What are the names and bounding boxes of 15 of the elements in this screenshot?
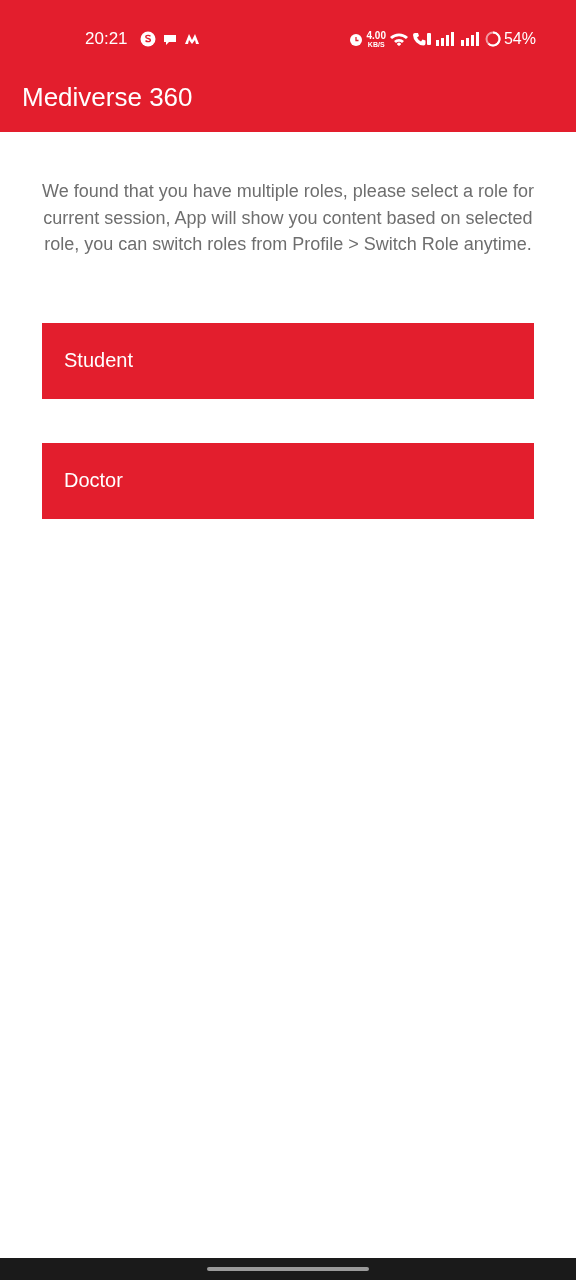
battery-level: 54% [503,30,536,48]
gesture-handle[interactable] [207,1267,369,1271]
role-button[interactable]: Student [42,322,534,399]
network-speed: 4.00 [366,30,386,41]
skype-icon [139,31,156,47]
alarm-icon [347,31,364,47]
battery-ring-icon [484,31,501,47]
status-time: 20:21 [85,29,128,49]
role-button[interactable]: Doctor [42,442,534,519]
wifi-call-icon [411,31,432,47]
signal-icon [434,31,457,47]
app-title: Mediverse 360 [22,82,193,113]
signal-icon [459,31,482,47]
info-message: We found that you have multiple roles, please select a role for current session, App will show you content based on selected role, you can switch roles from Profile > Switch Role anytime. [41,180,535,256]
wifi-icon [388,31,409,47]
